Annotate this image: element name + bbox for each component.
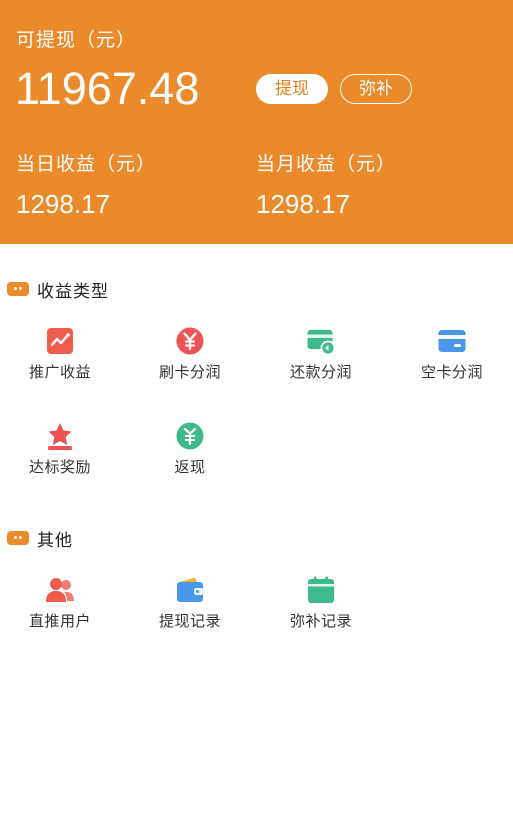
card-refund-icon — [307, 330, 336, 356]
income-item-cashback[interactable]: 返现 — [130, 421, 250, 477]
others-item-label: 弥补记录 — [289, 612, 352, 630]
cashback-coin-icon — [176, 422, 204, 450]
others-title: 其他 — [37, 530, 73, 551]
today-earnings-value: 1298.17 — [16, 189, 110, 219]
others-section-title: 其他 — [7, 526, 73, 551]
earnings-header: 可提现（元） 11967.48 提现 弥补 当日收益（元） 1298.17 当月… — [0, 0, 513, 244]
others-item-direct-users[interactable]: 直推用户 — [0, 575, 120, 631]
month-earnings-value: 1298.17 — [256, 189, 350, 219]
others-item-supplement-records[interactable]: 弥补记录 — [261, 575, 381, 631]
others-item-withdraw-records[interactable]: 提现记录 — [130, 575, 250, 631]
income-types-title: 收益类型 — [37, 281, 109, 302]
supplement-button[interactable]: 弥补 — [340, 74, 412, 104]
income-item-label: 刷卡分润 — [158, 363, 221, 381]
income-item-repayment[interactable]: 还款分润 — [261, 326, 381, 382]
yen-coin-icon — [176, 327, 204, 355]
income-item-label: 空卡分润 — [420, 363, 483, 381]
balance-label: 可提现（元） — [16, 29, 137, 51]
today-earnings: 当日收益（元） 1298.17 — [16, 151, 156, 219]
balance-amount: 11967.48 — [15, 63, 200, 114]
income-item-target-reward[interactable]: 达标奖励 — [0, 421, 120, 477]
income-item-empty-card[interactable]: 空卡分润 — [392, 326, 512, 382]
today-earnings-label: 当日收益（元） — [16, 153, 157, 175]
credit-card-icon — [438, 330, 466, 352]
calendar-icon — [308, 576, 334, 603]
income-item-label: 达标奖励 — [28, 458, 91, 476]
others-item-label: 提现记录 — [158, 612, 221, 630]
wallet-icon — [177, 577, 203, 602]
withdraw-button[interactable]: 提现 — [256, 74, 328, 104]
income-types-section-title: 收益类型 — [7, 277, 109, 302]
month-earnings: 当月收益（元） 1298.17 — [256, 151, 396, 219]
income-item-card-swipe[interactable]: 刷卡分润 — [130, 326, 250, 382]
income-item-promotion[interactable]: 推广收益 — [0, 326, 120, 382]
others-item-label: 直推用户 — [28, 612, 91, 630]
star-trophy-icon — [48, 423, 72, 450]
income-item-label: 推广收益 — [28, 363, 91, 381]
income-item-label: 还款分润 — [289, 363, 352, 381]
month-earnings-label: 当月收益（元） — [256, 153, 397, 175]
income-item-label: 返现 — [174, 458, 206, 476]
section-badge-icon — [7, 531, 29, 545]
trend-chart-icon — [47, 328, 73, 354]
users-icon — [46, 578, 74, 602]
section-badge-icon — [7, 282, 29, 296]
